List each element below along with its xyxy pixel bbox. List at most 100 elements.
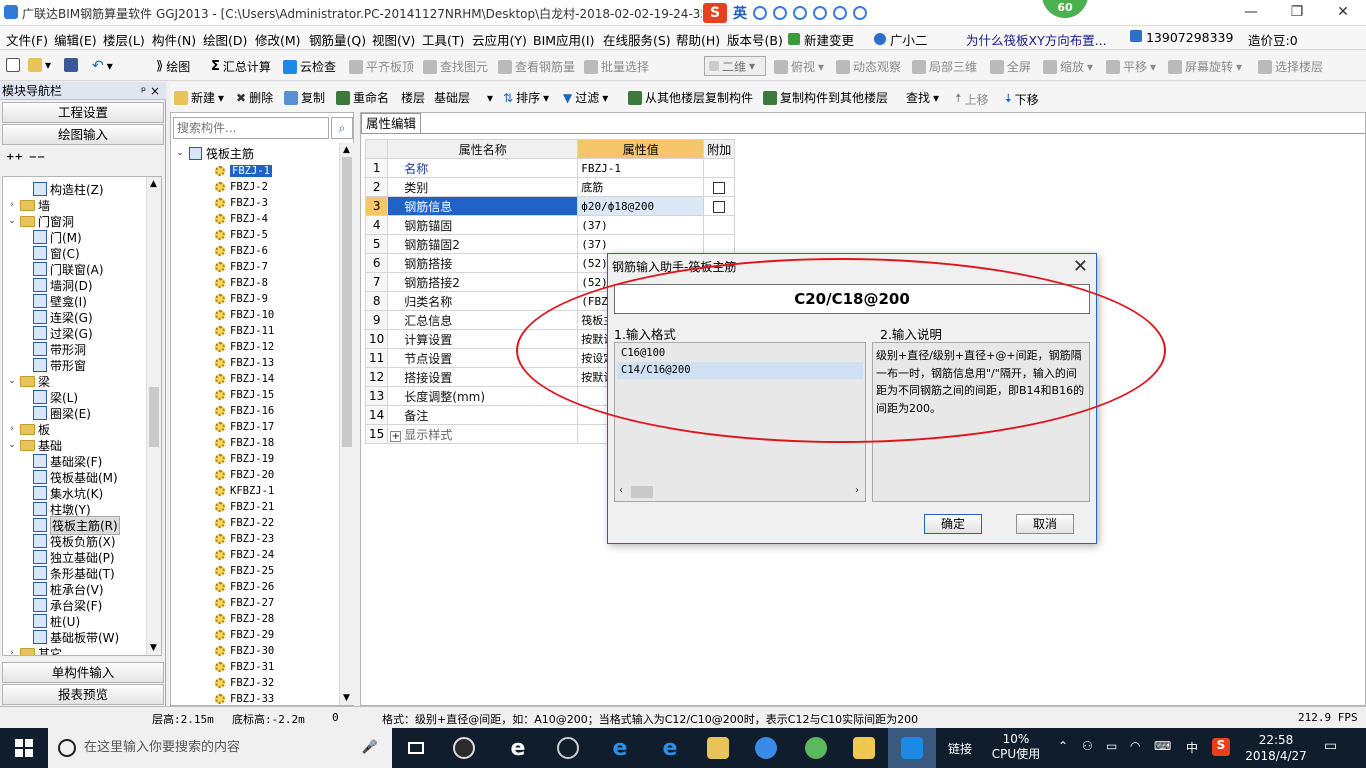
tree-item[interactable]: 门联窗(A)	[33, 261, 104, 277]
component-list-item[interactable]: FBZJ-6	[215, 243, 268, 259]
copy-to-floor-button[interactable]: 复制构件到其他楼层	[763, 89, 888, 106]
extra-cell[interactable]	[703, 177, 736, 197]
tree-item[interactable]: 墙洞(D)	[33, 277, 93, 293]
tree-scrollbar[interactable]: ▲ ▼	[146, 177, 161, 655]
move-down-button[interactable]: 🠇 下移	[1005, 89, 1039, 110]
expand-icon[interactable]: ›	[7, 648, 17, 655]
component-list-item[interactable]: FBZJ-20	[215, 467, 274, 483]
tree-item[interactable]: 条形基础(T)	[33, 565, 115, 581]
expand-icon[interactable]: ›	[7, 424, 17, 434]
tree-item[interactable]: 承台梁(F)	[33, 597, 102, 613]
component-list-item[interactable]: FBZJ-4	[215, 211, 268, 227]
new-component-button[interactable]: 新建 ▾	[174, 89, 224, 106]
component-list-item[interactable]: FBZJ-1	[215, 163, 272, 179]
tree-item[interactable]: 壁龛(I)	[33, 293, 87, 309]
ime-voice-icon[interactable]	[793, 6, 807, 20]
batch-select-button[interactable]: 批量选择	[584, 58, 649, 75]
component-list-item[interactable]: FBZJ-21	[215, 499, 274, 515]
property-name[interactable]: 备注	[387, 405, 579, 425]
cost-beans[interactable]: 造价豆:0	[1248, 30, 1298, 49]
component-list-item[interactable]: FBZJ-14	[215, 371, 274, 387]
edge-icon[interactable]: e	[596, 728, 644, 768]
component-list-item[interactable]: FBZJ-19	[215, 451, 274, 467]
local-3d-button[interactable]: 局部三维	[912, 58, 977, 75]
component-list-item[interactable]: KFBZJ-1	[215, 483, 274, 499]
list-scrollbar[interactable]: ▲ ▼	[339, 143, 354, 705]
save-icon[interactable]	[64, 58, 78, 72]
property-value[interactable]: (37)	[577, 215, 705, 235]
rotate-button[interactable]: 屏幕旋转 ▾	[1168, 58, 1242, 75]
score-badge[interactable]: 60	[1042, 0, 1088, 18]
property-name[interactable]: 钢筋搭接	[387, 253, 579, 273]
find-button[interactable]: 查找 ▾	[906, 89, 939, 106]
menu-modify[interactable]: 修改(M)	[255, 30, 301, 49]
component-list-item[interactable]: FBZJ-29	[215, 627, 274, 643]
tree-item[interactable]: 构造柱(Z)	[33, 181, 104, 197]
find-element-button[interactable]: 查找图元	[423, 58, 488, 75]
move-up-button[interactable]: 🠅 上移	[955, 89, 989, 110]
menu-component[interactable]: 构件(N)	[152, 30, 196, 49]
green-app-icon[interactable]	[792, 728, 840, 768]
component-list-item[interactable]: FBZJ-16	[215, 403, 274, 419]
search-input[interactable]: 搜索构件...	[173, 117, 329, 139]
tree-item[interactable]: 窗(C)	[33, 245, 80, 261]
rename-button[interactable]: 重命名	[336, 89, 389, 106]
sum-button[interactable]: Σ 汇总计算	[211, 58, 271, 75]
tree-folder[interactable]: › 墙	[7, 197, 50, 213]
tree-item[interactable]: 筏板主筋(R)	[33, 515, 120, 535]
minimize-button[interactable]: —	[1228, 0, 1274, 26]
tree-item[interactable]: 筏板基础(M)	[33, 469, 118, 485]
ime-emoji-icon[interactable]	[773, 6, 787, 20]
component-list-item[interactable]: FBZJ-26	[215, 579, 274, 595]
component-list-item[interactable]: FBZJ-25	[215, 563, 274, 579]
component-list-item[interactable]: FBZJ-12	[215, 339, 274, 355]
sogou-tray-icon[interactable]: S	[1212, 738, 1230, 756]
tree-item[interactable]: 连梁(G)	[33, 309, 93, 325]
component-list-item[interactable]: FBZJ-3	[215, 195, 268, 211]
component-list-item[interactable]: FBZJ-32	[215, 675, 274, 691]
component-list-item[interactable]: FBZJ-18	[215, 435, 274, 451]
file-explorer-icon[interactable]	[694, 728, 742, 768]
component-list-item[interactable]: FBZJ-10	[215, 307, 274, 323]
extra-checkbox[interactable]	[713, 181, 726, 194]
tree-item[interactable]: 桩(U)	[33, 613, 80, 629]
ime-toolbar[interactable]: S 英	[703, 2, 867, 24]
component-list-item[interactable]: FBZJ-27	[215, 595, 274, 611]
new-file-icon[interactable]	[6, 58, 20, 72]
cortana-icon[interactable]	[58, 739, 76, 757]
dialog-close-icon[interactable]: ✕	[1073, 256, 1088, 277]
collapse-icon[interactable]: ⌄	[7, 376, 17, 386]
select-floor-button[interactable]: 选择楼层	[1258, 58, 1323, 75]
component-list-item[interactable]: FBZJ-33	[215, 691, 274, 707]
ime-skin-icon[interactable]	[833, 6, 847, 20]
cloud-check-button[interactable]: 云检查	[283, 58, 336, 75]
keyboard-icon[interactable]: ⌨	[1154, 739, 1171, 753]
taskbar-search[interactable]: 在这里输入你要搜索的内容 🎤	[48, 728, 392, 768]
menu-view[interactable]: 视图(V)	[372, 30, 415, 49]
ime-tools-icon[interactable]	[853, 6, 867, 20]
property-name[interactable]: 钢筋锚固	[387, 215, 579, 235]
glodon-g-icon[interactable]	[742, 728, 790, 768]
menu-floor[interactable]: 楼层(L)	[103, 30, 145, 49]
property-row[interactable]: 5 钢筋锚固2 (37)	[364, 234, 736, 254]
format-list-hscrollbar[interactable]: ‹ ›	[617, 485, 863, 499]
windows-start-icon[interactable]	[0, 728, 48, 768]
property-name[interactable]: 钢筋锚固2	[387, 234, 579, 254]
component-list-item[interactable]: FBZJ-24	[215, 547, 274, 563]
component-list-item[interactable]: FBZJ-31	[215, 659, 274, 675]
property-value[interactable]: FBZJ-1	[577, 158, 705, 178]
undo-icon[interactable]: ↶ ▾	[92, 58, 113, 74]
filter-button[interactable]: ▼ 过滤 ▾	[563, 89, 608, 106]
menu-tools[interactable]: 工具(T)	[422, 30, 464, 49]
menu-rebar[interactable]: 钢筋量(Q)	[309, 30, 366, 49]
notification-icon[interactable]: ▭	[1324, 738, 1337, 754]
tree-item[interactable]: 独立基础(P)	[33, 549, 115, 565]
ie-icon[interactable]: e	[494, 728, 542, 768]
extra-checkbox[interactable]	[713, 200, 726, 213]
extra-cell[interactable]	[703, 196, 736, 216]
property-value[interactable]: ф20/ф18@200	[577, 196, 705, 216]
pin-close-icon[interactable]: ᵖ ×	[141, 82, 160, 100]
tree-folder[interactable]: ⌄ 门窗洞	[7, 213, 74, 229]
copy-from-floor-button[interactable]: 从其他楼层复制构件	[628, 89, 753, 106]
ime-keyboard-icon[interactable]	[813, 6, 827, 20]
